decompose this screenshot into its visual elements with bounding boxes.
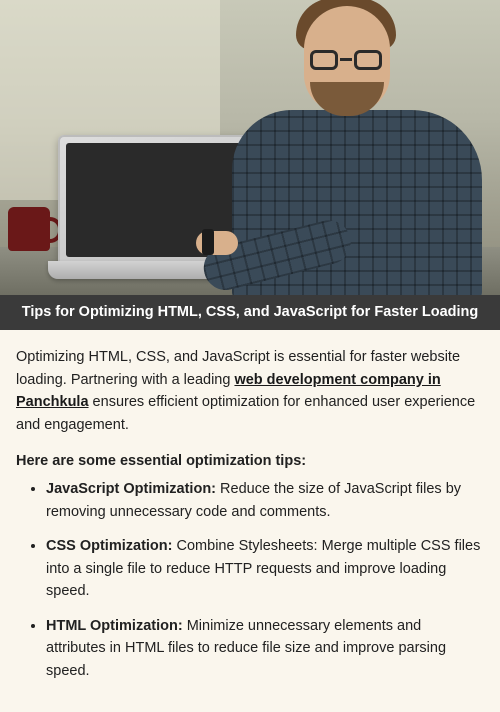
hero-wristwatch <box>202 229 214 255</box>
tip-label: JavaScript Optimization: <box>46 481 216 497</box>
intro-paragraph: Optimizing HTML, CSS, and JavaScript is … <box>16 346 482 436</box>
hero-image <box>0 0 500 295</box>
page-title: Tips for Optimizing HTML, CSS, and JavaS… <box>0 295 500 330</box>
list-item: CSS Optimization: Combine Stylesheets: M… <box>46 535 482 602</box>
article-body: Optimizing HTML, CSS, and JavaScript is … <box>0 330 500 712</box>
hero-coffee-mug <box>8 207 50 251</box>
tip-label: CSS Optimization: <box>46 538 172 554</box>
tips-subheading: Here are some essential optimization tip… <box>16 450 482 472</box>
list-item: JavaScript Optimization: Reduce the size… <box>46 478 482 523</box>
glasses-icon <box>310 50 382 72</box>
hero-person <box>216 0 476 295</box>
list-item: HTML Optimization: Minimize unnecessary … <box>46 615 482 682</box>
tips-list: JavaScript Optimization: Reduce the size… <box>16 478 482 682</box>
tip-label: HTML Optimization: <box>46 618 183 634</box>
